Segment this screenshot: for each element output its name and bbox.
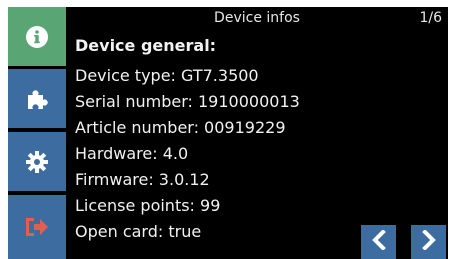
section-heading: Device general: [75,36,217,55]
info-icon [26,25,48,48]
puzzle-icon [25,87,49,111]
gear-icon [25,150,49,174]
chevron-left-icon [371,229,387,254]
info-line-serial-number: Serial number: 1910000013 [75,92,300,111]
page-indicator: 1/6 [419,10,442,26]
info-line-article-number: Article number: 00919229 [75,118,286,137]
sidebar [8,7,66,259]
sidebar-item-settings[interactable] [8,132,66,193]
page-title: Device infos [214,10,300,26]
header-bar: Device infos 1/6 [66,7,448,29]
info-line-license-points: License points: 99 [75,196,221,215]
logout-icon [24,216,50,238]
device-screen: Device infos 1/6 Device general: Device … [8,7,448,259]
previous-page-button[interactable] [361,225,396,259]
info-line-hardware: Hardware: 4.0 [75,144,189,163]
info-content: Device general: Device type: GT7.3500 Se… [75,33,448,245]
info-line-firmware: Firmware: 3.0.12 [75,170,210,189]
info-line-device-type: Device type: GT7.3500 [75,66,259,85]
chevron-right-icon [421,229,437,254]
sidebar-item-plugins[interactable] [8,69,66,130]
sidebar-item-logout[interactable] [8,195,66,259]
next-page-button[interactable] [411,225,446,259]
sidebar-item-info[interactable] [8,7,66,68]
